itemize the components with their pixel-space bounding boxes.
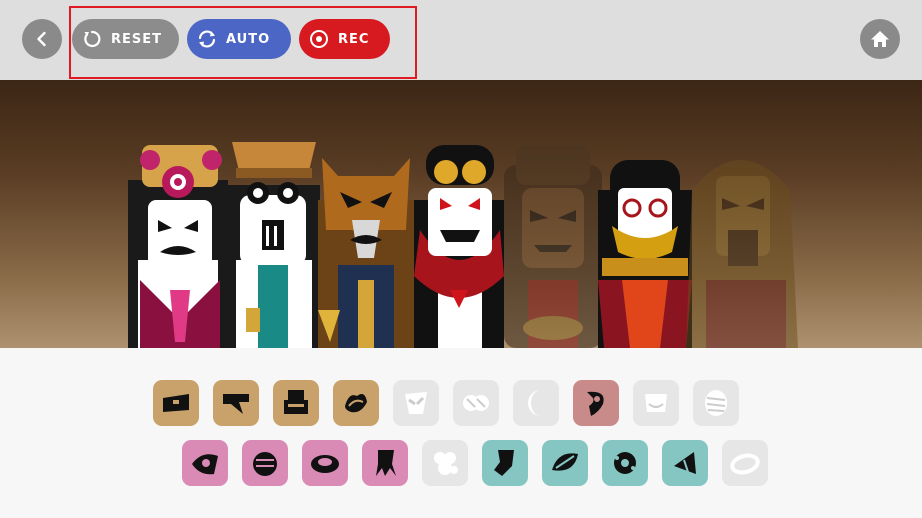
character-6[interactable] [598,160,692,348]
character-2[interactable] [228,142,320,348]
stage [0,80,922,348]
smile-effect-icon [645,394,667,412]
eye-melody-icon [192,454,218,475]
sound-palette [0,348,922,518]
character-5[interactable] [504,145,602,348]
goggles-effect-icon [463,395,489,411]
wrap-effect-icon [705,390,727,416]
sound-tile[interactable] [542,440,588,486]
palette-row-bottom [182,440,782,486]
squid-melody-icon [376,450,396,476]
rec-label: REC [338,31,370,47]
character-3[interactable] [318,158,414,348]
sound-tile[interactable] [602,440,648,486]
cone-voice-icon [674,452,696,474]
auto-button[interactable]: AUTO [187,19,291,59]
home-button[interactable] [860,19,900,59]
gear-voice-icon [614,452,636,474]
sound-tile[interactable] [302,440,348,486]
sound-tile[interactable] [333,380,379,426]
palette-row-top [153,380,753,426]
sound-tile[interactable] [153,380,199,426]
sound-tile[interactable] [422,440,468,486]
sound-tile[interactable] [242,440,288,486]
record-icon [308,28,330,50]
mask-effect-icon [405,392,427,414]
swirl-effect-icon [587,391,604,416]
hive-melody-icon [253,452,277,476]
character-4[interactable] [414,145,504,348]
sound-tile[interactable] [213,380,259,426]
back-button[interactable] [22,19,62,59]
sound-tile[interactable] [633,380,679,426]
flower-melody-icon [434,452,458,475]
sound-tile[interactable] [182,440,228,486]
sync-icon [196,28,218,50]
sound-tile[interactable] [513,380,559,426]
top-bar: RESET AUTO REC [0,0,922,80]
rec-button[interactable]: REC [299,19,390,59]
ring-voice-icon [730,453,760,475]
sound-tile[interactable] [273,380,319,426]
character-7[interactable] [686,160,798,348]
character-1[interactable] [128,145,228,348]
sound-tile[interactable] [693,380,739,426]
sound-tile[interactable] [393,380,439,426]
leaf-voice-icon [552,453,578,471]
reset-label: RESET [111,31,163,47]
sound-tile[interactable] [662,440,708,486]
sound-tile[interactable] [573,380,619,426]
auto-label: AUTO [226,31,271,47]
sock-voice-icon [494,450,514,476]
saucer-melody-icon [311,455,339,473]
sound-tile[interactable] [482,440,528,486]
wave-beat-icon [345,394,367,413]
chevron-left-icon [37,31,46,47]
helmet-beat-icon [284,390,308,414]
sound-tile[interactable] [362,440,408,486]
cap-beat-icon [223,394,249,414]
moon-effect-icon [528,390,541,416]
sound-tile[interactable] [722,440,768,486]
home-icon [871,31,889,47]
hat-beat-icon [163,394,189,412]
sound-tile[interactable] [453,380,499,426]
reset-icon [81,28,103,50]
reset-button[interactable]: RESET [72,19,179,59]
